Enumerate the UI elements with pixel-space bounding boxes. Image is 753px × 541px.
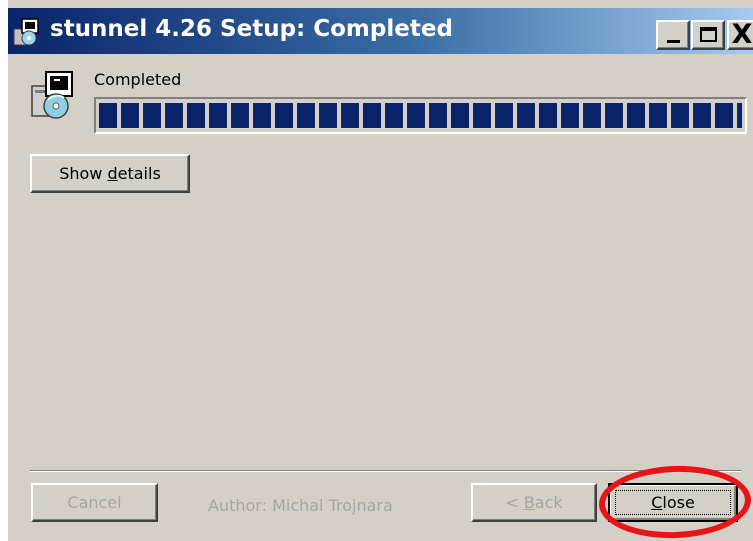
show-details-label-prefix: Show: [59, 164, 108, 183]
progress-fill: [99, 103, 742, 128]
installer-icon: [13, 18, 39, 46]
window-title: stunnel 4.26 Setup: Completed: [50, 16, 453, 42]
minimize-icon: [667, 40, 680, 43]
close-icon: X: [731, 19, 753, 50]
maximize-button[interactable]: [691, 20, 725, 50]
show-details-accelerator: d: [107, 164, 118, 183]
cancel-button[interactable]: Cancel: [31, 483, 158, 522]
minimize-button[interactable]: [656, 20, 690, 50]
maximize-icon: [700, 27, 717, 42]
setup-window: stunnel 4.26 Setup: Completed X Complete…: [8, 0, 753, 541]
focus-rectangle: [615, 490, 731, 515]
back-label-prefix: <: [505, 493, 524, 512]
installer-icon: [31, 71, 73, 119]
show-details-button[interactable]: Show details: [30, 154, 190, 193]
show-details-label-suffix: etails: [117, 164, 161, 183]
footer-separator: [30, 470, 742, 472]
back-accelerator: B: [523, 493, 535, 512]
cancel-label: Cancel: [67, 493, 122, 512]
close-window-button[interactable]: X: [727, 19, 753, 50]
back-label-suffix: ack: [534, 493, 563, 512]
close-button[interactable]: Close: [608, 483, 738, 522]
author-label: Author: Michal Trojnara: [208, 496, 393, 515]
status-label: Completed: [94, 70, 182, 89]
progress-bar: [94, 97, 747, 134]
title-bar[interactable]: stunnel 4.26 Setup: Completed X: [8, 8, 753, 54]
back-button[interactable]: < Back: [471, 483, 597, 522]
